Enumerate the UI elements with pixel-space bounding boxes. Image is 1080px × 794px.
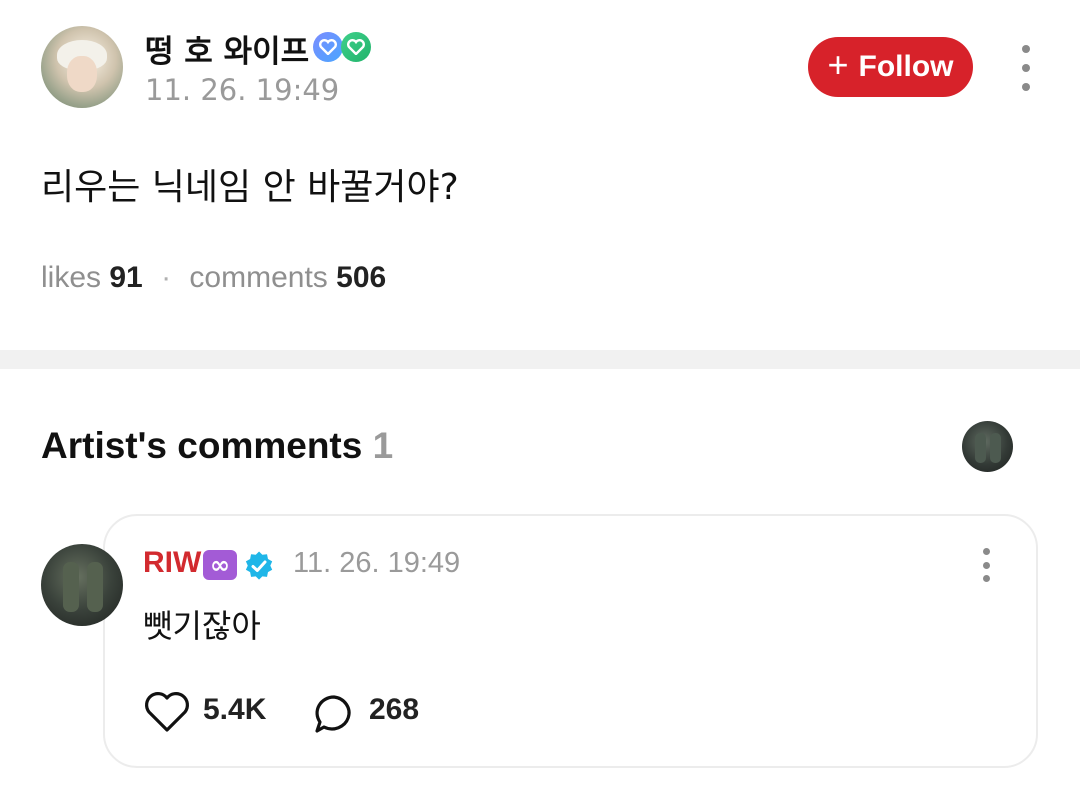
- verified-icon: [245, 551, 273, 580]
- comment-more-icon[interactable]: [976, 548, 996, 582]
- comments-label: comments: [189, 261, 328, 294]
- comments-count: 506: [336, 261, 387, 294]
- infinity-icon: ∞: [203, 550, 237, 580]
- artist-comments-title: Artist's comments: [41, 425, 363, 466]
- post-author-avatar[interactable]: [41, 26, 123, 108]
- post-stats: likes 91 · comments 506: [41, 261, 386, 295]
- post-author-name[interactable]: 떵 호 와이프: [145, 26, 309, 71]
- comment-body-text: 뺏기잖아: [143, 607, 261, 645]
- plus-icon: +: [827, 44, 849, 85]
- artist-avatar-small[interactable]: [962, 421, 1013, 472]
- comment-author-name[interactable]: RIW: [143, 546, 201, 580]
- comment-author-avatar[interactable]: [41, 544, 123, 626]
- heart-badge-icon: [313, 32, 343, 62]
- stats-separator: ·: [161, 261, 172, 294]
- artist-comments-count: 1: [372, 425, 394, 466]
- section-divider: [0, 350, 1080, 369]
- post-body-text: 리우는 닉네임 안 바꿀거야?: [41, 167, 459, 208]
- heart-icon[interactable]: [144, 691, 190, 733]
- comment-timestamp: 11. 26. 19:49: [293, 547, 461, 579]
- fan-badges: [313, 32, 373, 62]
- artist-comments-heading: Artist's comments 1: [41, 425, 393, 467]
- like-count: 5.4K: [203, 693, 267, 726]
- reply-count: 268: [369, 693, 420, 726]
- comment-bubble-icon[interactable]: [312, 692, 356, 736]
- follow-label: Follow: [858, 50, 954, 83]
- post-more-icon[interactable]: [1016, 45, 1036, 91]
- follow-button[interactable]: + Follow: [808, 37, 973, 97]
- heart-check-badge-icon: [341, 32, 371, 62]
- likes-label: likes: [41, 261, 102, 294]
- likes-count: 91: [109, 261, 143, 294]
- post-timestamp: 11. 26. 19:49: [145, 73, 340, 107]
